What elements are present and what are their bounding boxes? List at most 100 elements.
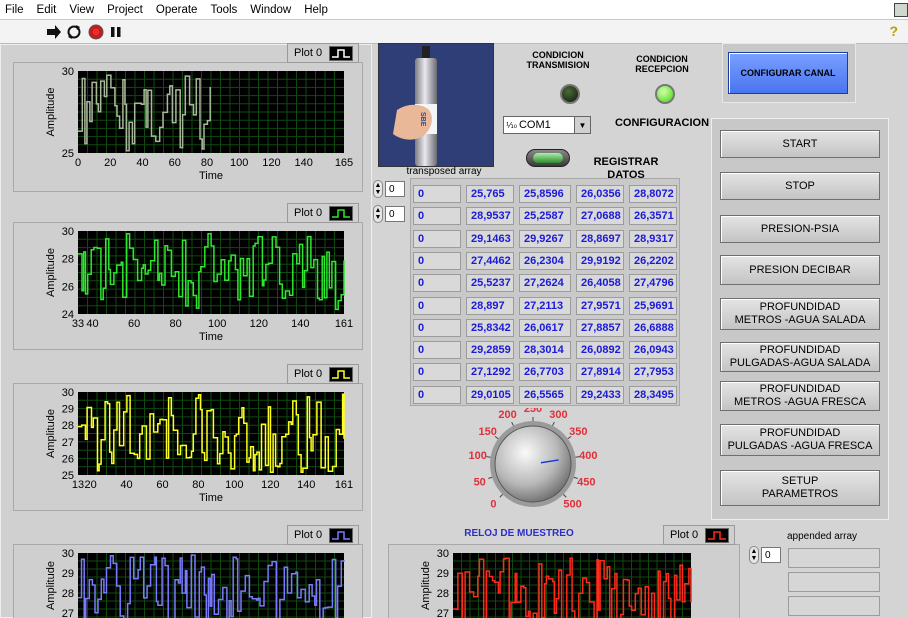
abort-icon[interactable] (88, 24, 104, 40)
x-axis-label: Time (199, 492, 223, 504)
plot-legend-3[interactable]: Plot 0 (287, 364, 359, 384)
dial-scale-label: 450 (577, 476, 595, 488)
dial-scale-label: 150 (479, 426, 497, 438)
y-tick-label: 29 (62, 404, 74, 416)
table-cell: 26,5565 (519, 385, 571, 404)
table-cell: 27,2624 (519, 274, 571, 293)
amplitude-chart-5: 2627282930Amplitude (388, 544, 740, 618)
run-continuously-icon[interactable] (66, 24, 82, 40)
com-port-select[interactable]: ⅒ COM1 ▼ (503, 116, 591, 134)
plot-legend-4[interactable]: Plot 0 (287, 525, 359, 545)
x-tick-label: 0 (75, 157, 81, 169)
table-cell: 27,0688 (576, 207, 624, 226)
pause-icon[interactable] (108, 24, 124, 40)
dial-scale-label: 0 (490, 499, 496, 511)
presion-psia-button[interactable]: PRESION-PSIA (720, 215, 880, 243)
table-cell: 26,2202 (629, 251, 677, 270)
dial-scale-label: 500 (563, 499, 581, 511)
table-cell: 26,7703 (519, 363, 571, 382)
x-tick-label: 161 (335, 318, 353, 330)
x-tick-label: 40 (136, 157, 148, 169)
amplitude-chart-2: 24 26 28 30 33 40 60 80 100 120 140 161 Time Amplitud… (13, 222, 363, 350)
appended-index-stepper[interactable]: ▲ ▼ (749, 546, 759, 564)
table-cell: 27,4796 (629, 274, 677, 293)
table-index-cell: 0 (413, 229, 461, 248)
plot-swatch-icon (329, 367, 353, 382)
plot-legend-1[interactable]: Plot 0 (287, 43, 359, 63)
presion-decibar-button[interactable]: PRESION DECIBAR (720, 255, 880, 285)
y-tick-label: 27 (437, 608, 449, 618)
sensor-brand-label: SBE (419, 112, 426, 127)
y-axis-label: Amplitude (420, 561, 432, 610)
vi-icon (894, 3, 908, 17)
menu-project[interactable]: Project (107, 4, 143, 16)
table-index-cell: 0 (413, 274, 461, 293)
x-tick-label: 161 (335, 479, 353, 491)
appended-cell (788, 596, 880, 616)
registrar-datos-toggle[interactable] (526, 149, 570, 167)
x-tick-label: 120 (250, 318, 268, 330)
toolbar: ? (0, 20, 908, 44)
plot-swatch-icon (329, 46, 353, 61)
com-port-value: COM1 (518, 119, 551, 131)
table-cell: 29,2859 (466, 341, 514, 360)
plot-legend-2[interactable]: Plot 0 (287, 203, 359, 223)
table-cell: 28,3495 (629, 385, 677, 404)
table-cell: 29,9267 (519, 229, 571, 248)
configurar-canal-button[interactable]: CONFIGURAR CANAL (728, 52, 848, 94)
menu-view[interactable]: View (69, 4, 94, 16)
dial-scale-label: 200 (498, 409, 516, 421)
table-index-cell: 0 (413, 185, 461, 203)
profundidad-metros-salada-button[interactable]: PROFUNDIDAD METROS -AGUA SALADA (720, 298, 880, 330)
table-cell: 25,765 (466, 185, 514, 203)
menu-window[interactable]: Window (250, 4, 291, 16)
y-tick-label: 28 (437, 588, 449, 600)
menu-edit[interactable]: Edit (37, 4, 57, 16)
toggle-light-icon (533, 153, 563, 163)
y-tick-label: 29 (62, 568, 74, 580)
menu-help[interactable]: Help (304, 4, 328, 16)
table-cell: 26,2304 (519, 251, 571, 270)
rx-status-label: CONDICION RECEPCION (635, 54, 689, 74)
y-tick-label: 28 (62, 588, 74, 600)
y-tick-label: 26 (62, 281, 74, 293)
x-tick-label: 40 (120, 479, 132, 491)
col-index-stepper[interactable]: ▲ ▼ (373, 205, 383, 223)
table-cell: 25,5237 (466, 274, 514, 293)
plot-legend-5[interactable]: Plot 0 (663, 525, 735, 545)
menu-tools[interactable]: Tools (210, 4, 237, 16)
x-tick-label: 20 (104, 157, 116, 169)
start-button[interactable]: START (720, 130, 880, 158)
table-cell: 27,4462 (466, 251, 514, 270)
setup-parametros-button[interactable]: SETUP PARAMETROS (720, 470, 880, 506)
dial-scale-label: 300 (549, 409, 567, 421)
y-tick-label: 30 (62, 548, 74, 560)
x-axis-label: Time (199, 331, 223, 343)
menu-file[interactable]: File (5, 4, 24, 16)
chevron-down-icon[interactable]: ▼ (574, 117, 590, 133)
table-index-cell: 0 (413, 341, 461, 360)
x-tick-label: 100 (225, 479, 243, 491)
profundidad-pulgadas-fresca-button[interactable]: PROFUNDIDAD PULGADAS -AGUA FRESCA (720, 424, 880, 456)
dial-knob[interactable] (494, 425, 572, 503)
x-tick-label: 140 (295, 157, 313, 169)
stop-button[interactable]: STOP (720, 172, 880, 200)
help-icon[interactable]: ? (889, 23, 898, 39)
table-cell: 26,3571 (629, 207, 677, 226)
appended-index-input[interactable]: 0 (761, 547, 781, 563)
table-cell: 27,1292 (466, 363, 514, 382)
y-axis-label: Amplitude (45, 248, 57, 297)
profundidad-pulgadas-salada-button[interactable]: PROFUNDIDAD PULGADAS-AGUA SALADA (720, 342, 880, 372)
col-index-input[interactable]: 0 (385, 206, 405, 222)
menu-operate[interactable]: Operate (156, 4, 198, 16)
run-arrow-icon[interactable] (46, 24, 62, 40)
row-index-input[interactable]: 0 (385, 181, 405, 197)
io-icon: ⅒ (506, 120, 517, 130)
table-index-cell: 0 (413, 318, 461, 337)
reloj-de-muestreo-dial[interactable]: 0 50 100 150 200 250 300 350 400 450 500 (450, 403, 616, 532)
tx-status-label: CONDICION TRANSMISION (526, 50, 590, 70)
plot-legend-label: Plot 0 (294, 47, 323, 59)
row-index-stepper[interactable]: ▲ ▼ (373, 180, 383, 198)
profundidad-metros-fresca-button[interactable]: PROFUNDIDAD METROS -AGUA FRESCA (720, 381, 880, 411)
plot-legend-label: Plot 0 (294, 529, 323, 541)
